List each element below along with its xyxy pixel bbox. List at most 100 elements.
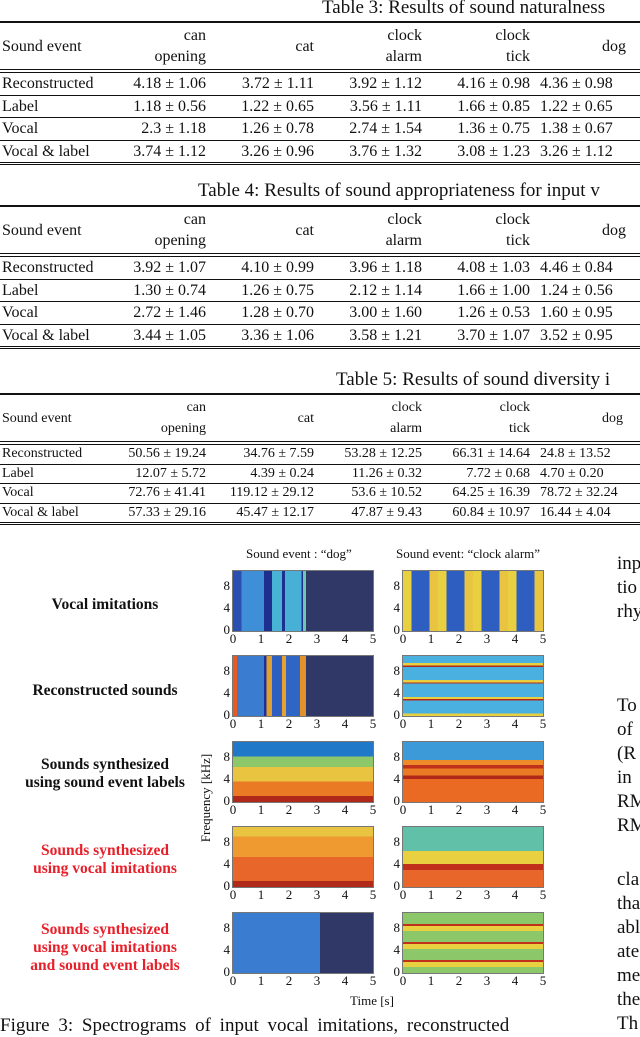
x-tick-label: 4	[511, 802, 519, 817]
x-tick-label: 0	[229, 973, 237, 988]
x-tick-label: 1	[257, 973, 265, 988]
table-cell: 1.22 ± 0.65	[208, 94, 316, 118]
x-tick-label: 2	[455, 716, 463, 731]
figure-caption: Figure 3: Spectrograms of input vocal im…	[0, 1015, 510, 1036]
x-tick-label: 2	[455, 887, 463, 902]
x-tick-label: 2	[285, 716, 293, 731]
row-label-label-synth: Sounds synthesized using sound event labe…	[25, 756, 185, 791]
row-label: Vocal & label	[0, 139, 100, 165]
table-row: Label 12.07 ± 5.72 4.39 ± 0.24 11.26 ± 0.32…	[0, 463, 640, 484]
x-tick-label: 4	[511, 631, 519, 646]
spectrogram-dog-row-2	[232, 655, 374, 717]
column-header: Sound event	[0, 21, 100, 73]
table-row: Vocal 2.72 ± 1.46 1.28 ± 0.70 3.00 ± 1.60 1.…	[0, 301, 640, 324]
table-cell: 3.92 ± 1.07	[133, 259, 206, 276]
table-cell: 2.3 ± 1.18	[100, 117, 208, 140]
x-tick-label: 0	[229, 631, 237, 646]
spectrogram-clock-alarm-row-5	[402, 912, 544, 974]
row-label: Label	[0, 278, 100, 302]
x-tick-label: 3	[313, 973, 321, 988]
x-tick-label: 1	[427, 802, 435, 817]
table-cell: 3.74 ± 1.12	[100, 139, 208, 165]
y-axis-label: Frequency [kHz]	[198, 753, 214, 843]
y-tick-label: 4	[393, 942, 401, 957]
column-header: dog	[532, 393, 640, 445]
column-header: can opening	[100, 21, 208, 73]
x-tick-label: 5	[369, 716, 377, 731]
row-label-reconstructed: Reconstructed sounds	[32, 682, 178, 699]
spectrogram-dog-row-1	[232, 570, 374, 632]
table-cell: 60.84 ± 10.97	[424, 502, 532, 525]
table-cell: 4.70 ± 0.20	[532, 463, 640, 484]
column-header: can opening	[100, 393, 208, 445]
row-label: Vocal	[0, 301, 100, 324]
x-tick-label: 1	[257, 887, 265, 902]
table-cell: 53.6 ± 10.52	[316, 483, 424, 503]
y-tick-label: 4	[393, 771, 401, 786]
table-cell: 3.72 ± 1.11	[241, 75, 314, 92]
table-cell: 1.66 ± 1.00	[424, 278, 532, 302]
table-cell: 4.36 ± 0.98	[540, 75, 613, 92]
table-cell: 53.28 ± 12.25	[344, 446, 422, 461]
table-cell: 4.46 ± 0.84	[540, 259, 613, 276]
side-text-fragment: me	[617, 965, 640, 986]
x-tick-label: 5	[539, 631, 547, 646]
table-cell: 3.56 ± 1.11	[316, 94, 424, 118]
table-cell: 1.24 ± 0.56	[532, 278, 640, 302]
side-text-fragment: rhy	[617, 601, 640, 622]
x-tick-label: 0	[229, 802, 237, 817]
table-cell: 119.12 ± 29.12	[208, 483, 316, 503]
table-cell: 11.26 ± 0.32	[316, 463, 424, 484]
x-tick-label: 3	[483, 716, 491, 731]
table-row: Vocal 72.76 ± 41.41 119.12 ± 29.12 53.6 ± 1…	[0, 483, 640, 503]
y-tick-label: 4	[393, 600, 401, 615]
table4: Sound event can opening cat clock alarm clock t…	[0, 205, 640, 349]
y-tick-label: 8	[393, 663, 401, 678]
y-tick-label: 8	[393, 578, 401, 593]
table-cell: 1.18 ± 0.56	[100, 94, 208, 118]
row-label: Vocal & label	[0, 323, 100, 349]
spectrogram-dog-row-3	[232, 741, 374, 803]
y-tick-label: 8	[223, 920, 231, 935]
side-text-fragment: tha	[617, 893, 640, 914]
table-cell: 2.74 ± 1.54	[316, 117, 424, 140]
y-tick-label: 8	[393, 920, 401, 935]
table-cell: 4.16 ± 0.98	[457, 75, 530, 92]
x-tick-label: 2	[285, 802, 293, 817]
x-tick-label: 2	[455, 631, 463, 646]
row-label: Reconstructed	[2, 75, 94, 92]
column-header: clock alarm	[316, 21, 424, 73]
spectrogram-clock-alarm-row-3	[402, 741, 544, 803]
y-tick-label: 4	[223, 942, 231, 957]
x-tick-label: 3	[313, 716, 321, 731]
column-header: dog	[532, 21, 640, 73]
table-cell: 3.92 ± 1.12	[349, 75, 422, 92]
x-tick-label: 0	[399, 716, 407, 731]
table-cell: 1.26 ± 0.75	[208, 278, 316, 302]
x-tick-label: 2	[285, 973, 293, 988]
side-text-fragment: in	[617, 767, 632, 788]
table5-caption: Table 5: Results of sound diversity i	[336, 369, 611, 390]
column-header: clock tick	[424, 393, 532, 445]
x-tick-label: 3	[483, 973, 491, 988]
y-tick-label: 4	[223, 685, 231, 700]
table3-caption: Table 3: Results of sound naturalness	[322, 0, 606, 18]
table-header-row: Sound event can opening cat clock alarm clock t…	[0, 393, 640, 445]
table-row: Reconstructed 4.18 ± 1.06 3.72 ± 1.11 3.92 …	[0, 71, 640, 95]
x-tick-label: 5	[539, 973, 547, 988]
y-tick-label: 8	[223, 663, 231, 678]
x-tick-label: 5	[369, 631, 377, 646]
column-header: clock tick	[424, 21, 532, 73]
table-cell: 45.47 ± 12.17	[208, 502, 316, 525]
x-tick-label: 0	[399, 631, 407, 646]
row-label: Reconstructed	[2, 259, 94, 276]
table-row: Reconstructed 3.92 ± 1.07 4.10 ± 0.99 3.96 …	[0, 255, 640, 279]
row-label: Reconstructed	[2, 446, 83, 461]
x-tick-label: 0	[399, 973, 407, 988]
x-tick-label: 3	[483, 802, 491, 817]
table-cell: 1.38 ± 0.67	[532, 117, 640, 140]
table-cell: 78.72 ± 32.24	[532, 483, 640, 503]
table-cell: 50.56 ± 19.24	[128, 446, 206, 461]
table-cell: 3.00 ± 1.60	[316, 301, 424, 324]
y-tick-label: 4	[393, 856, 401, 871]
